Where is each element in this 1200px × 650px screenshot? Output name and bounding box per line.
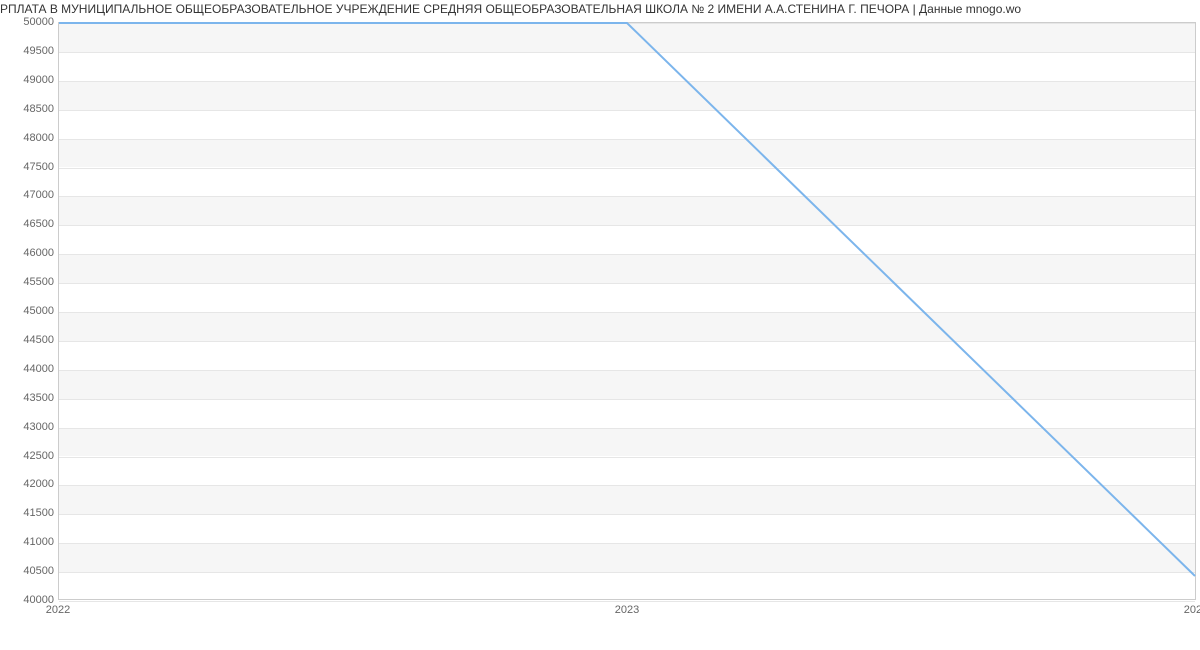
line-series-layer (59, 23, 1195, 599)
y-tick-label: 44000 (4, 363, 54, 375)
y-tick-label: 46000 (4, 247, 54, 259)
y-tick-label: 48000 (4, 132, 54, 144)
y-tick-label: 49000 (4, 74, 54, 86)
y-tick-label: 47000 (4, 189, 54, 201)
x-tick-label: 2023 (615, 604, 639, 616)
plot-area (58, 22, 1196, 600)
y-tick-label: 43000 (4, 421, 54, 433)
x-tick-label: 2024 (1184, 604, 1200, 616)
grid-line (59, 601, 1195, 602)
chart-title: РПЛАТА В МУНИЦИПАЛЬНОЕ ОБЩЕОБРАЗОВАТЕЛЬН… (0, 0, 1200, 20)
y-tick-label: 40500 (4, 565, 54, 577)
y-tick-label: 46500 (4, 218, 54, 230)
y-tick-label: 41000 (4, 536, 54, 548)
x-tick-label: 2022 (46, 604, 70, 616)
y-tick-label: 43500 (4, 392, 54, 404)
y-tick-label: 50000 (4, 16, 54, 28)
y-tick-label: 45000 (4, 305, 54, 317)
chart-container: РПЛАТА В МУНИЦИПАЛЬНОЕ ОБЩЕОБРАЗОВАТЕЛЬН… (0, 0, 1200, 650)
y-tick-label: 45500 (4, 276, 54, 288)
y-tick-label: 42500 (4, 450, 54, 462)
y-tick-label: 47500 (4, 161, 54, 173)
y-tick-label: 48500 (4, 103, 54, 115)
y-tick-label: 41500 (4, 507, 54, 519)
y-tick-label: 49500 (4, 45, 54, 57)
y-tick-label: 42000 (4, 478, 54, 490)
series-line (59, 23, 1195, 576)
y-tick-label: 44500 (4, 334, 54, 346)
